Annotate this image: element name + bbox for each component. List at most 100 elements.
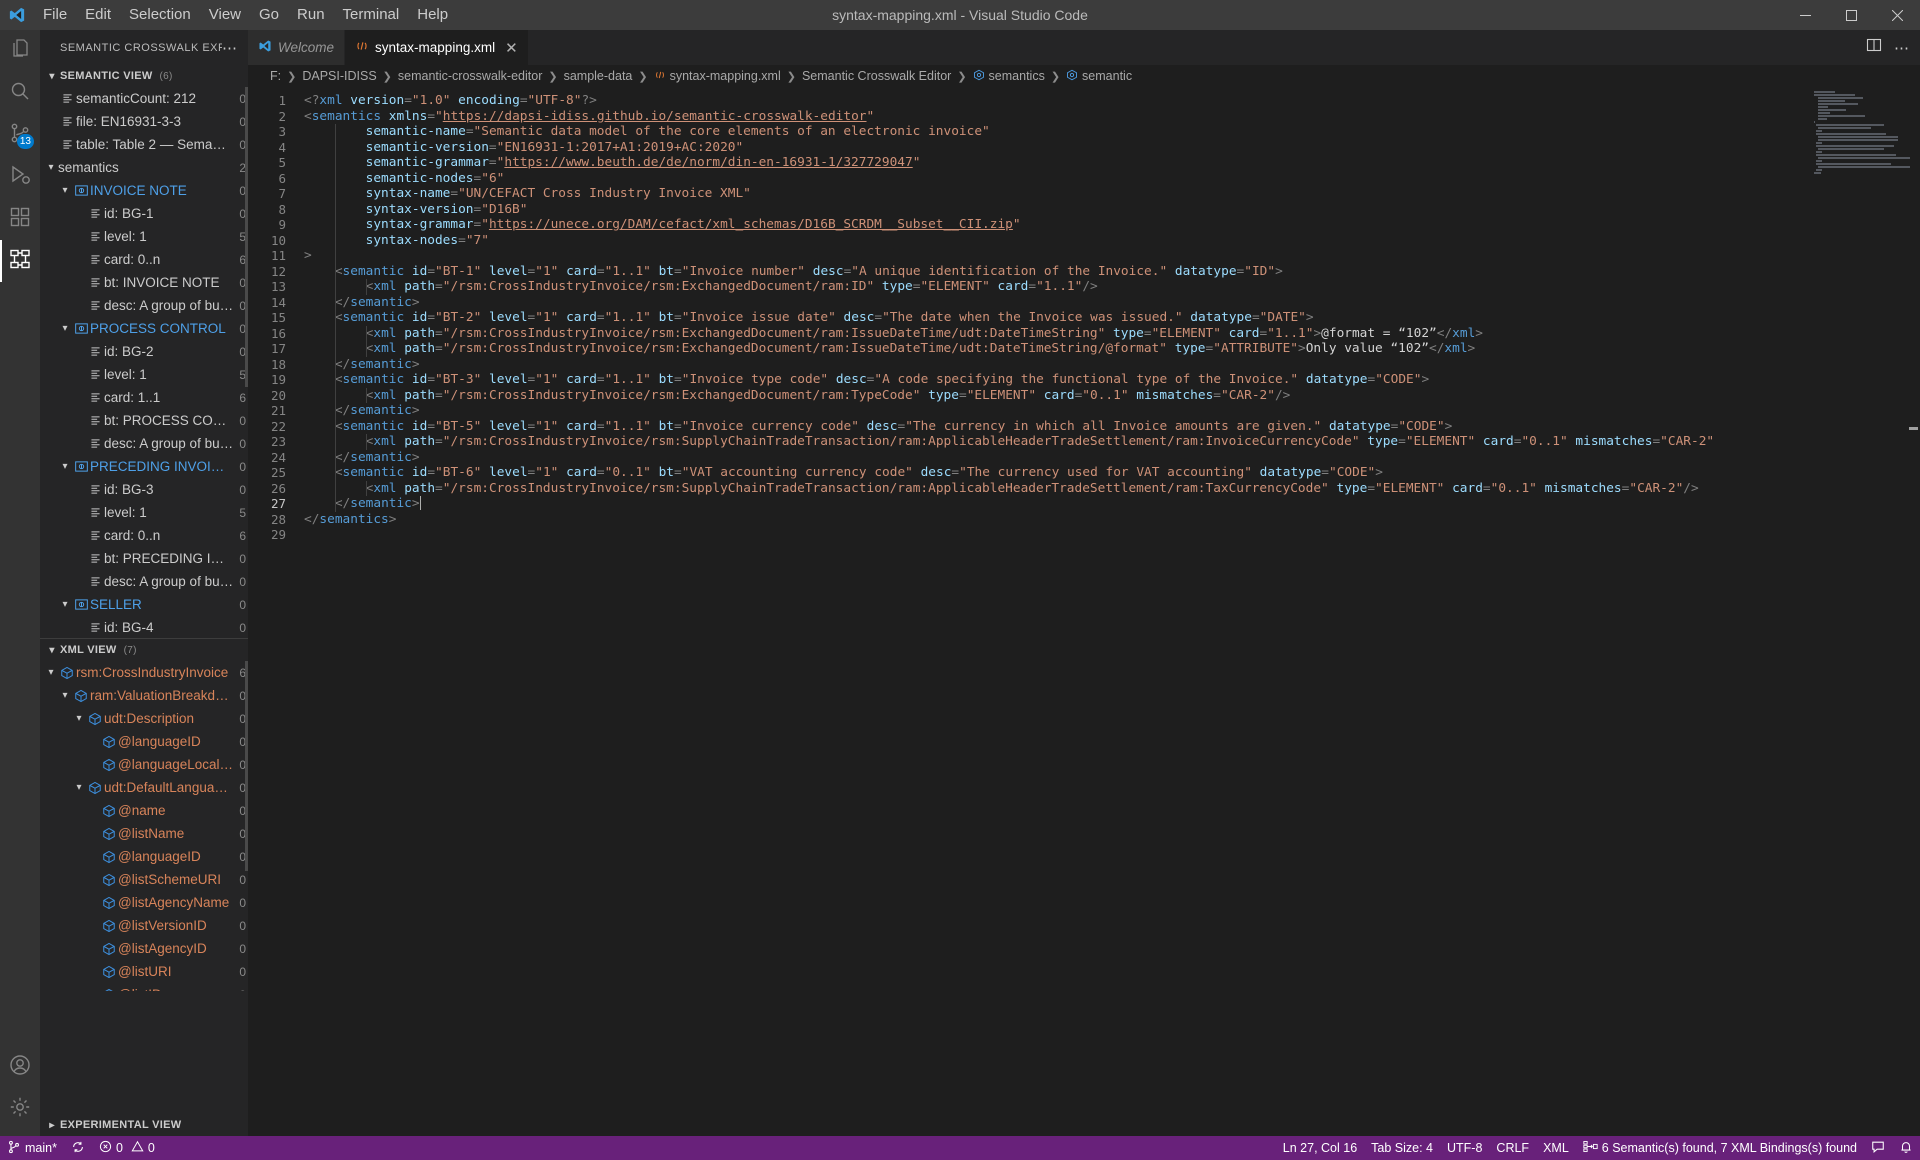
- menu-file[interactable]: File: [34, 0, 76, 30]
- tree-item[interactable]: @listURI 0: [40, 960, 248, 983]
- breadcrumb-item[interactable]: semantics: [971, 69, 1047, 84]
- menu-view[interactable]: View: [200, 0, 250, 30]
- chevron-down-icon[interactable]: ▾: [58, 323, 72, 334]
- tree-item[interactable]: desc: A group of busine... 0: [40, 432, 248, 455]
- code-line[interactable]: </semantic>: [304, 450, 1920, 466]
- breadcrumb-item[interactable]: semantic: [1064, 69, 1134, 84]
- status-encoding[interactable]: UTF-8: [1440, 1136, 1489, 1160]
- tree-item[interactable]: @languageID 0: [40, 845, 248, 868]
- status-sync[interactable]: [64, 1136, 92, 1160]
- code-line[interactable]: <semantic id="BT-2" level="1" card="1..1…: [304, 310, 1920, 326]
- close-icon[interactable]: [1874, 0, 1920, 30]
- code-content[interactable]: <?xml version="1.0" encoding="UTF-8"?> <s…: [304, 87, 1920, 1136]
- pane-header-xml-view[interactable]: ▾ XML VIEW (7): [40, 639, 248, 661]
- status-crosswalk[interactable]: 6 Semantic(s) found, 7 XML Bindings(s) f…: [1576, 1136, 1864, 1160]
- activity-item-manage-settings[interactable]: [0, 1088, 40, 1130]
- tree-item[interactable]: level: 15: [40, 225, 248, 248]
- code-line[interactable]: <semantic id="BT-5" level="1" card="1..1…: [304, 419, 1920, 435]
- code-line[interactable]: semantic-version="EN16931-1:2017+A1:2019…: [304, 140, 1920, 156]
- code-line[interactable]: >: [304, 248, 1920, 264]
- code-line[interactable]: <semantic id="BT-6" level="1" card="0..1…: [304, 465, 1920, 481]
- tab-welcome[interactable]: Welcome: [248, 30, 346, 65]
- chevron-down-icon[interactable]: ▾: [58, 690, 72, 701]
- tree-item[interactable]: level: 15: [40, 501, 248, 524]
- activity-item-run-and-debug[interactable]: [0, 156, 40, 198]
- activity-item-explorer[interactable]: [0, 30, 40, 72]
- tree-item[interactable]: @listName 0: [40, 822, 248, 845]
- tree-item[interactable]: @listSchemeURI 0: [40, 868, 248, 891]
- status-branch[interactable]: main*: [0, 1136, 64, 1160]
- menu-run[interactable]: Run: [288, 0, 334, 30]
- tree-item[interactable]: ▾ SELLER 0: [40, 593, 248, 616]
- code-line[interactable]: semantic-name="Semantic data model of th…: [304, 124, 1920, 140]
- tree-item[interactable]: @listVersionID 0: [40, 914, 248, 937]
- code-line[interactable]: [304, 527, 1920, 543]
- xml-tree[interactable]: ▾ rsm:CrossIndustryInvoice 6 ▾ ram:Valuation…: [40, 661, 248, 991]
- code-line[interactable]: syntax-grammar="https://unece.org/DAM/ce…: [304, 217, 1920, 233]
- code-line[interactable]: <xml path="/rsm:CrossIndustryInvoice/rsm…: [304, 434, 1920, 450]
- tree-item[interactable]: bt: PROCESS CONTROL 0: [40, 409, 248, 432]
- chevron-down-icon[interactable]: ▾: [58, 185, 72, 196]
- code-editor[interactable]: 1 2 3 4 5 6 7 8 9 10 11 12 13 14 15 16 17 18 19 20 21 22 23 24 2…: [248, 87, 1920, 1136]
- tree-item[interactable]: table: Table 2 — Semantic mo...0: [40, 133, 248, 156]
- code-line[interactable]: <semantics xmlns="https://dapsi-idiss.gi…: [304, 109, 1920, 125]
- tree-item[interactable]: ▾ PROCESS CONTROL 0: [40, 317, 248, 340]
- code-line[interactable]: <xml path="/rsm:CrossIndustryInvoice/rsm…: [304, 326, 1920, 342]
- close-icon[interactable]: ✕: [505, 39, 518, 57]
- tree-item[interactable]: ▾ rsm:CrossIndustryInvoice 6: [40, 661, 248, 684]
- code-line[interactable]: </semantic>: [304, 295, 1920, 311]
- menu-help[interactable]: Help: [408, 0, 457, 30]
- code-line[interactable]: semantic-grammar= "https://www.beuth.de/d…: [304, 155, 1920, 171]
- code-line[interactable]: semantic-nodes="6": [304, 171, 1920, 187]
- tree-item[interactable]: id: BG-3 0: [40, 478, 248, 501]
- activity-item-accounts[interactable]: [0, 1046, 40, 1088]
- code-line[interactable]: <xml path="/rsm:CrossIndustryInvoice/rsm…: [304, 279, 1920, 295]
- breadcrumb-item[interactable]: DAPSI-IDISS: [300, 69, 378, 83]
- code-line[interactable]: syntax-nodes="7": [304, 233, 1920, 249]
- more-actions-icon[interactable]: ⋯: [1894, 39, 1910, 57]
- breadcrumb-item[interactable]: Semantic Crosswalk Editor: [800, 69, 953, 83]
- split-editor-icon[interactable]: [1866, 37, 1882, 58]
- tree-item[interactable]: @listAgencyName 0: [40, 891, 248, 914]
- chevron-down-icon[interactable]: ▾: [58, 461, 72, 472]
- status-feedback[interactable]: [1864, 1136, 1892, 1160]
- more-actions-icon[interactable]: ⋯: [222, 39, 244, 57]
- code-line[interactable]: <xml path="/rsm:CrossIndustryInvoice/rsm…: [304, 388, 1920, 404]
- tree-item[interactable]: card: 0..n 6: [40, 248, 248, 271]
- tree-item[interactable]: @languageLocaleID 0: [40, 753, 248, 776]
- tree-item[interactable]: id: BG-2 0: [40, 340, 248, 363]
- code-line[interactable]: syntax-version="D16B": [304, 202, 1920, 218]
- vertical-scrollbar[interactable]: [1906, 87, 1920, 1136]
- code-line[interactable]: </semantic>: [304, 403, 1920, 419]
- tab-syntax-mapping-xml[interactable]: syntax-mapping.xml ✕: [345, 30, 529, 65]
- tree-item[interactable]: level: 15: [40, 363, 248, 386]
- minimize-icon[interactable]: [1782, 0, 1828, 30]
- tree-item[interactable]: id: BG-1 0: [40, 202, 248, 225]
- status-problems[interactable]: 0 0: [92, 1136, 162, 1160]
- code-line[interactable]: </semantic>: [304, 496, 1920, 512]
- tree-item[interactable]: card: 0..n 6: [40, 524, 248, 547]
- tree-item[interactable]: desc: A group of busine... 0: [40, 570, 248, 593]
- activity-item-source-control[interactable]: 13: [0, 114, 40, 156]
- tree-item[interactable]: id: BG-4 0: [40, 616, 248, 638]
- code-line[interactable]: <?xml version="1.0" encoding="UTF-8"?>: [304, 93, 1920, 109]
- chevron-down-icon[interactable]: ▾: [72, 782, 86, 793]
- breadcrumb-item[interactable]: semantic-crosswalk-editor: [396, 69, 544, 83]
- code-line[interactable]: <xml path="/rsm:CrossIndustryInvoice/rsm…: [304, 341, 1920, 357]
- status-notifications[interactable]: [1892, 1136, 1920, 1160]
- menu-go[interactable]: Go: [250, 0, 288, 30]
- status-language-mode[interactable]: XML: [1536, 1136, 1576, 1160]
- tree-item[interactable]: @listID0: [40, 983, 248, 991]
- tree-item[interactable]: ▾ INVOICE NOTE 0: [40, 179, 248, 202]
- activity-item-search[interactable]: [0, 72, 40, 114]
- tree-item[interactable]: @name 0: [40, 799, 248, 822]
- code-line[interactable]: syntax-name="UN/CEFACT Cross Industry In…: [304, 186, 1920, 202]
- tree-item[interactable]: @languageID 0: [40, 730, 248, 753]
- tree-item[interactable]: ▾ram:ValuationBreakdown...0: [40, 684, 248, 707]
- menu-selection[interactable]: Selection: [120, 0, 200, 30]
- breadcrumb-item[interactable]: sample-data: [562, 69, 635, 83]
- status-eol[interactable]: CRLF: [1489, 1136, 1536, 1160]
- tree-item[interactable]: bt: PRECEDING INVOIC... 0: [40, 547, 248, 570]
- menu-edit[interactable]: Edit: [76, 0, 120, 30]
- code-line[interactable]: <semantic id="BT-1" level="1" card="1..1…: [304, 264, 1920, 280]
